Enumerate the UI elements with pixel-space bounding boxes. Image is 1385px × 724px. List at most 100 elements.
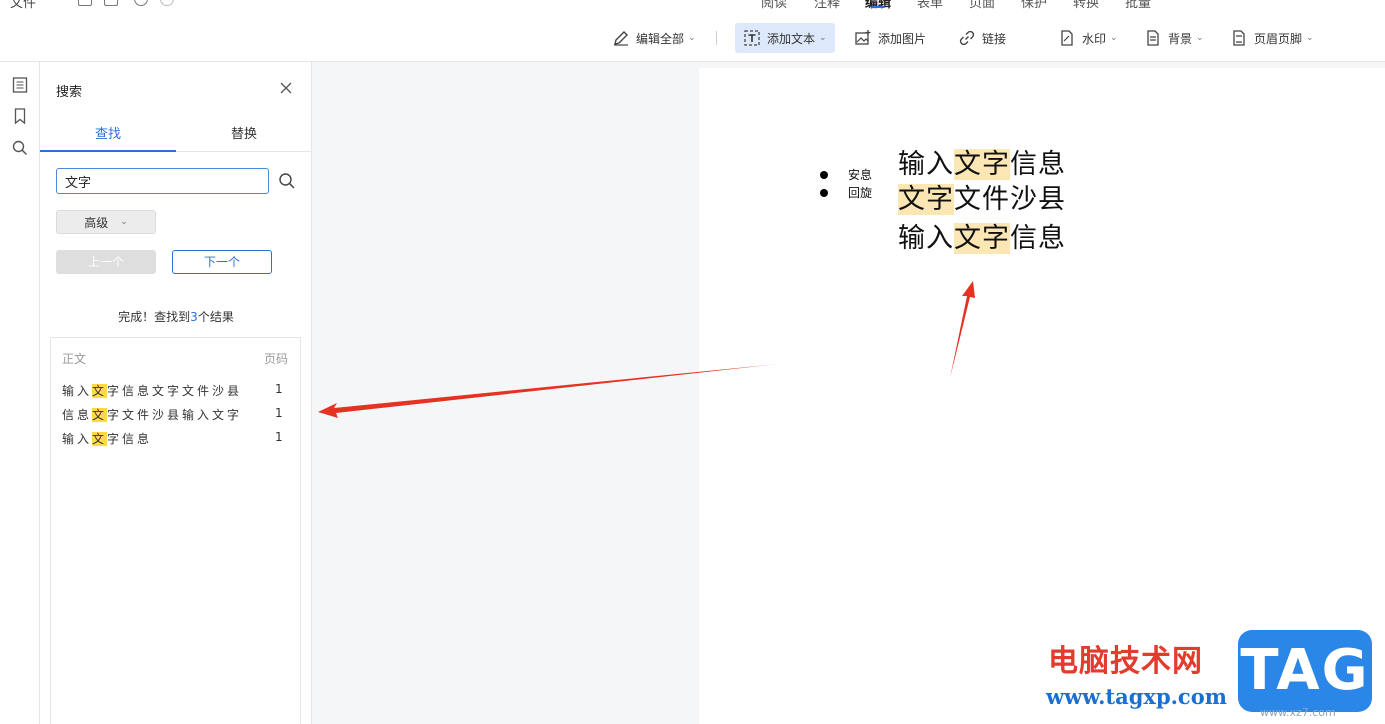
status-suffix: 个结果: [197, 310, 234, 324]
watermark-icon: [1061, 30, 1073, 46]
background-label: 背景: [1168, 31, 1193, 46]
result-after: 字文件沙县输入文字: [107, 408, 243, 422]
line-text-after: 信息: [1010, 149, 1066, 180]
result-before: 输入: [62, 384, 93, 398]
add-image-label: 添加图片: [878, 31, 927, 46]
search-tabs: 查找 替换: [40, 124, 312, 152]
result-before: 信息: [62, 408, 93, 422]
close-icon[interactable]: [279, 81, 293, 95]
status-prefix: 完成！查找到: [118, 310, 191, 324]
results-header-text: 正文: [62, 352, 87, 366]
document-text-line[interactable]: 输入文字信息: [898, 142, 1066, 181]
advanced-label: 高级: [84, 215, 109, 230]
result-text: 输入文字信息: [62, 430, 152, 447]
tab-annotate[interactable]: 注释: [814, 0, 840, 11]
line-text-after: 信息: [1010, 223, 1066, 254]
search-match-highlight: 文字: [954, 149, 1010, 180]
pen-icon: [614, 31, 628, 46]
undo-icon[interactable]: [134, 0, 148, 6]
menu-bar: 文件 阅读 注释 编辑 表单 页面 保护 转换 批量: [0, 0, 1385, 11]
bullet-item[interactable]: 安息: [820, 166, 872, 184]
edit-toolbar: 编辑全部 ⌄ 添加文本 ⌄ 添加图片 链接 水印 ⌄ 背景 ⌄ 页眉页脚 ⌄: [0, 20, 1385, 60]
edit-all-button[interactable]: 编辑全部 ⌄: [604, 23, 704, 53]
tab-page[interactable]: 页面: [969, 0, 995, 11]
add-image-button[interactable]: 添加图片: [846, 23, 934, 53]
watermark-url: www.tagxp.com: [1046, 684, 1227, 709]
edit-all-label: 编辑全部: [636, 31, 685, 46]
header-footer-label: 页眉页脚: [1254, 31, 1303, 46]
tab-replace[interactable]: 替换: [176, 124, 312, 152]
result-page: 1: [275, 382, 283, 396]
watermark-site-name: 电脑技术网: [1048, 644, 1203, 679]
active-tab-indicator: [871, 6, 885, 8]
print-icon[interactable]: [104, 0, 118, 6]
bookmark-icon[interactable]: [11, 107, 29, 125]
add-text-button[interactable]: 添加文本 ⌄: [735, 23, 835, 53]
redo-icon[interactable]: [160, 0, 174, 6]
result-row[interactable]: 输入文字信息文字文件沙县 1: [51, 380, 302, 400]
background-button[interactable]: 背景 ⌄: [1136, 23, 1212, 53]
link-label: 链接: [982, 31, 1007, 46]
link-icon: [959, 30, 975, 46]
advanced-dropdown[interactable]: 高级 ⌄: [56, 210, 156, 234]
bullet-item[interactable]: 回旋: [820, 184, 872, 202]
search-match-highlight: 文字: [898, 184, 954, 215]
line-text-after: 文件沙县: [954, 184, 1066, 215]
search-icon[interactable]: [11, 139, 29, 157]
previous-button[interactable]: 上一个: [56, 250, 156, 274]
watermark-label: 水印: [1082, 31, 1107, 46]
tab-find[interactable]: 查找: [40, 124, 176, 152]
result-text: 信息文字文件沙县输入文字: [62, 406, 242, 423]
result-text: 输入文字信息文字文件沙县: [62, 382, 242, 399]
thumbnail-panel-icon[interactable]: [11, 76, 29, 94]
link-button[interactable]: 链接: [950, 23, 1014, 53]
chevron-down-icon: ⌄: [1110, 33, 1118, 43]
results-header-page: 页码: [264, 352, 289, 366]
result-row[interactable]: 输入文字信息 1: [51, 428, 302, 448]
result-page: 1: [275, 430, 283, 444]
result-match: 文: [92, 432, 108, 446]
search-icon[interactable]: [278, 172, 296, 190]
line-text-before: 输入: [898, 223, 954, 254]
chevron-down-icon: ⌄: [120, 217, 128, 227]
tab-read[interactable]: 阅读: [761, 0, 787, 11]
header-footer-icon: [1233, 30, 1245, 46]
results-list: 正文 页码 输入文字信息文字文件沙县 1 信息文字文件沙县输入文字 1 输入文字…: [50, 337, 301, 724]
chevron-down-icon: ⌄: [1196, 33, 1204, 43]
watermark-button[interactable]: 水印 ⌄: [1050, 23, 1126, 53]
result-count: 3: [190, 310, 198, 324]
watermark-logo: TAG: [1238, 630, 1372, 712]
tab-convert[interactable]: 转换: [1073, 0, 1099, 11]
search-input[interactable]: [56, 168, 269, 194]
result-page: 1: [275, 406, 283, 420]
save-icon[interactable]: [78, 0, 92, 6]
result-row[interactable]: 信息文字文件沙县输入文字 1: [51, 404, 302, 424]
line-text-before: 输入: [898, 149, 954, 180]
result-after: 字信息: [107, 432, 153, 446]
toolbar-divider: [716, 31, 717, 45]
background-icon: [1147, 30, 1159, 46]
document-text-line[interactable]: 输入文字信息: [898, 216, 1066, 255]
panel-title: 搜索: [56, 85, 83, 100]
result-match: 文: [92, 408, 108, 422]
bullet-list[interactable]: 安息 回旋: [820, 166, 872, 202]
text-box-icon: [744, 30, 760, 46]
chevron-down-icon: ⌄: [1306, 33, 1314, 43]
next-button[interactable]: 下一个: [172, 250, 272, 274]
result-before: 输入: [62, 432, 93, 446]
image-add-icon: [855, 30, 871, 45]
side-rail: [0, 62, 40, 724]
document-text-line[interactable]: 文字文件沙县: [898, 177, 1066, 216]
result-match: 文: [92, 384, 108, 398]
file-menu[interactable]: 文件: [10, 0, 36, 11]
add-text-label: 添加文本: [767, 31, 816, 46]
search-match-highlight: 文字: [954, 223, 1010, 254]
tab-batch[interactable]: 批量: [1125, 0, 1151, 11]
chevron-down-icon: ⌄: [819, 33, 827, 43]
search-panel: 搜索 查找 替换 高级 ⌄ 上一个 下一个 完成！查找到3个结果 正文 页码 输…: [40, 62, 312, 724]
watermark-small-url: www.xz7.com: [1260, 706, 1336, 719]
tab-form[interactable]: 表单: [917, 0, 943, 11]
header-footer-button[interactable]: 页眉页脚 ⌄: [1222, 23, 1322, 53]
site-watermark: 电脑技术网 www.tagxp.com TAG www.xz7.com: [1040, 628, 1385, 724]
tab-protect[interactable]: 保护: [1021, 0, 1047, 11]
